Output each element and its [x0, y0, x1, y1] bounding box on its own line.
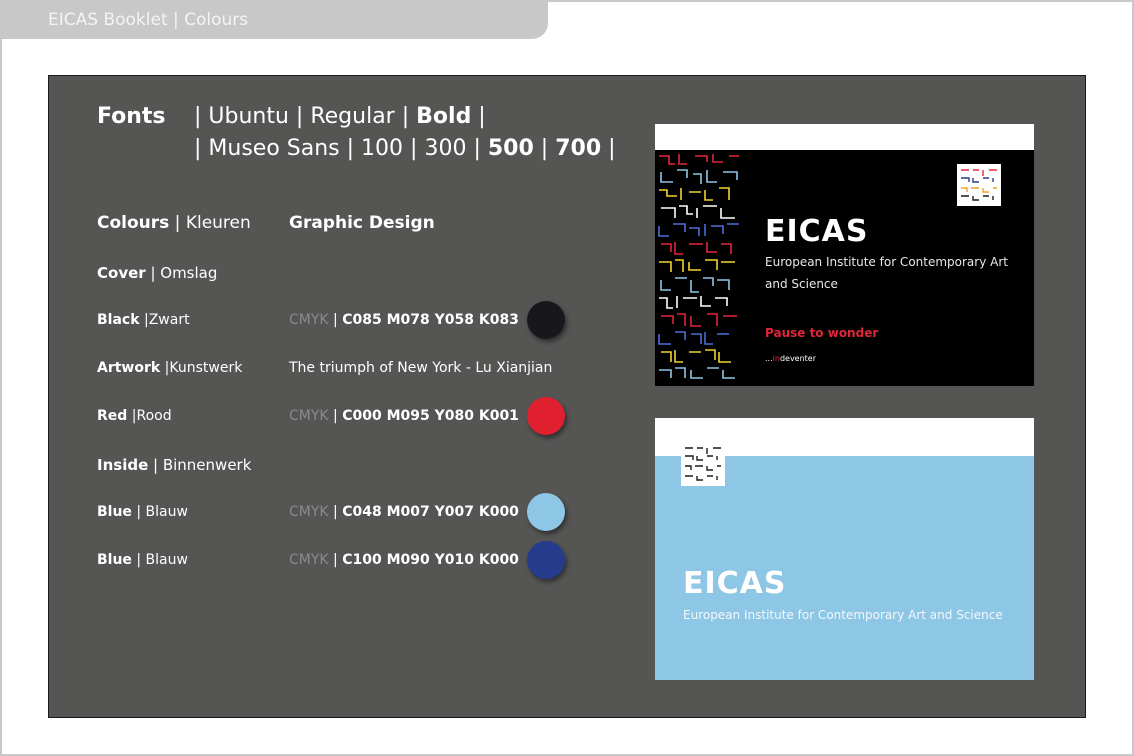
cover-subtitle-line1: European Institute for Contemporary Art — [765, 255, 1008, 269]
cover-subtitle-line2: and Science — [765, 277, 838, 291]
artwork-value: The triumph of New York - Lu Xianjian — [289, 360, 553, 376]
header-tab: EICAS Booklet | Colours — [0, 0, 548, 39]
eicas-logo-icon — [957, 164, 1001, 206]
red-swatch — [527, 397, 565, 435]
inside-title: EICAS — [683, 566, 787, 601]
eicas-logo-icon — [681, 442, 725, 486]
black-label: Black |Zwart — [97, 312, 190, 328]
inside-subtitle: European Institute for Contemporary Art … — [683, 608, 1003, 622]
inside-label: Inside | Binnenwerk — [97, 456, 252, 474]
artwork-label: Artwork |Kunstwerk — [97, 360, 243, 376]
artwork-pattern — [655, 150, 743, 386]
colours-heading: Colours | Kleuren — [97, 213, 251, 233]
dark-blue-label: Blue | Blauw — [97, 552, 188, 568]
light-blue-swatch — [527, 493, 565, 531]
cover-preview: EICAS European Institute for Contemporar… — [655, 124, 1034, 386]
cover-background: EICAS European Institute for Contemporar… — [655, 150, 1034, 386]
content-panel: Fonts | Ubuntu | Regular | Bold | | Muse… — [48, 75, 1086, 718]
black-cmyk: CMYK | C085 M078 Y058 K083 — [289, 312, 519, 328]
graphic-design-heading: Graphic Design — [289, 213, 435, 233]
cover-tagline: Pause to wonder — [765, 326, 879, 340]
inside-background: EICAS European Institute for Contemporar… — [655, 456, 1034, 680]
inside-preview: EICAS European Institute for Contemporar… — [655, 418, 1034, 680]
black-swatch — [527, 301, 565, 339]
cover-title: EICAS — [765, 214, 869, 249]
fonts-museo-line: | Museo Sans | 100 | 300 | 500 | 700 | — [194, 136, 616, 161]
fonts-heading: Fonts — [97, 104, 166, 129]
page-title: EICAS Booklet | Colours — [48, 10, 249, 30]
light-blue-cmyk: CMYK | C048 M007 Y007 K000 — [289, 504, 519, 520]
fonts-ubuntu-line: | Ubuntu | Regular | Bold | — [194, 104, 486, 129]
light-blue-label: Blue | Blauw — [97, 504, 188, 520]
cover-label: Cover | Omslag — [97, 264, 218, 282]
dark-blue-cmyk: CMYK | C100 M090 Y010 K000 — [289, 552, 519, 568]
red-cmyk: CMYK | C000 M095 Y080 K001 — [289, 408, 519, 424]
cover-footer: ...indeventer — [765, 354, 817, 363]
dark-blue-swatch — [527, 541, 565, 579]
red-label: Red |Rood — [97, 408, 172, 424]
